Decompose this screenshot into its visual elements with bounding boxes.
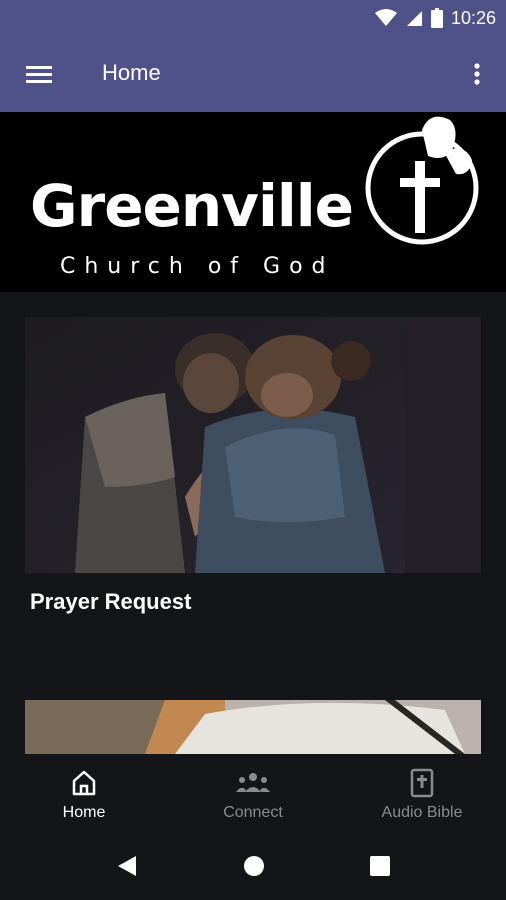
prayer-request-title[interactable]: Prayer Request <box>30 589 191 615</box>
bottom-navigation: Home Connect Audio Bible <box>0 754 506 834</box>
nav-home-label: Home <box>62 804 106 821</box>
home-icon <box>72 770 96 796</box>
menu-icon[interactable] <box>24 60 54 90</box>
nav-home[interactable]: Home <box>0 754 168 834</box>
church-banner: Greenville Church of God <box>0 112 506 292</box>
recents-icon[interactable] <box>370 856 390 876</box>
more-vert-icon[interactable] <box>470 60 484 90</box>
status-bar: 10:26 <box>0 0 506 36</box>
nav-connect-label: Connect <box>223 804 283 821</box>
app-bar: Home <box>0 36 506 112</box>
wifi-icon <box>374 9 397 26</box>
church-subtitle: Church of God <box>60 254 335 279</box>
cell-signal-icon <box>406 11 422 26</box>
back-icon[interactable] <box>116 854 138 878</box>
page-title: Home <box>102 60 161 85</box>
prayer-request-image[interactable] <box>25 317 481 573</box>
status-time: 10:26 <box>450 7 496 28</box>
nav-audio-bible-label: Audio Bible <box>381 804 463 821</box>
church-logo-icon <box>365 116 479 245</box>
status-icons: 10:26 <box>374 6 496 30</box>
system-navigation-bar <box>0 834 506 900</box>
card-image[interactable] <box>25 700 481 754</box>
bible-icon <box>410 768 434 798</box>
home-circle-icon[interactable] <box>243 855 265 877</box>
people-icon <box>236 773 270 792</box>
battery-icon <box>430 8 443 28</box>
nav-audio-bible[interactable]: Audio Bible <box>338 754 506 834</box>
nav-connect[interactable]: Connect <box>169 754 337 834</box>
church-name: Greenville <box>30 172 354 240</box>
